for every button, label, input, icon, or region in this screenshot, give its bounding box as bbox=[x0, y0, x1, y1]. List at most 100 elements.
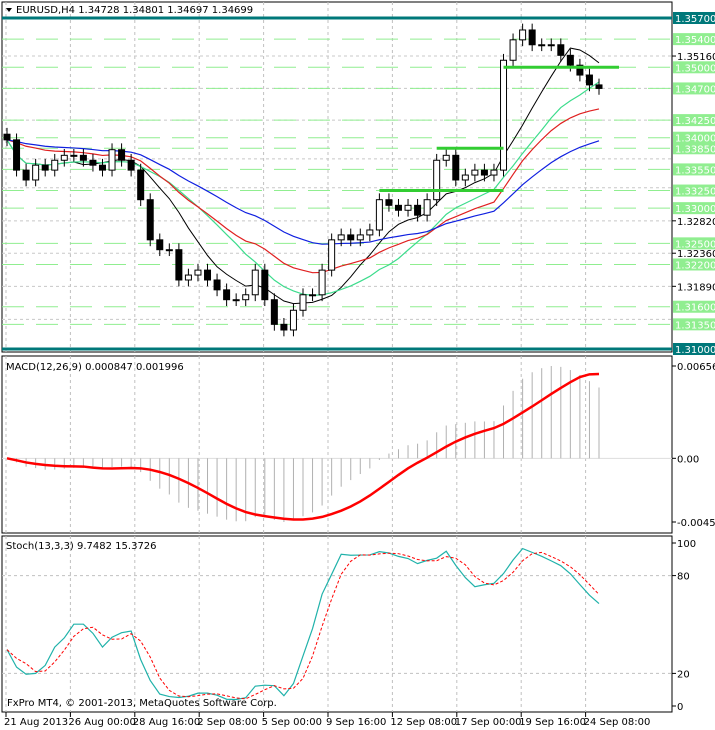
time-label: 2 Sep 08:00 bbox=[197, 717, 257, 728]
price-level-label: 1.34700 bbox=[675, 84, 715, 95]
candle-body bbox=[442, 154, 450, 161]
candle-body bbox=[366, 229, 374, 236]
candle-body bbox=[13, 139, 21, 171]
candle-body bbox=[557, 44, 565, 56]
stoch-axis-label: 20 bbox=[677, 669, 690, 680]
candle-body bbox=[414, 204, 422, 216]
candle-body bbox=[70, 154, 78, 157]
candle-body bbox=[595, 84, 603, 89]
price-level-label: 1.35000 bbox=[675, 63, 715, 74]
candle-body bbox=[3, 133, 11, 141]
candle-body bbox=[232, 299, 240, 302]
candle-body bbox=[433, 159, 441, 201]
candle-body bbox=[318, 269, 326, 296]
candle-body bbox=[261, 269, 269, 301]
candle-body bbox=[566, 54, 574, 66]
candle-body bbox=[404, 204, 412, 211]
chart-header: EURUSD,H4 1.34728 1.34801 1.34697 1.3469… bbox=[16, 5, 253, 16]
candle-body bbox=[213, 279, 221, 291]
price-level-label: 1.33250 bbox=[675, 187, 715, 198]
boundary-label: 1.31000 bbox=[675, 345, 715, 356]
stoch-title: Stoch(13,3,3) 9.7482 15.3726 bbox=[6, 541, 157, 552]
price-level-label: 1.33850 bbox=[675, 144, 715, 155]
candle-body bbox=[490, 169, 498, 176]
mt4-chart-window[interactable]: 21 Aug 2013 26 Aug 00:00 28 Aug 16:00 2 Sep… bbox=[0, 0, 715, 730]
time-label: 9 Sep 16:00 bbox=[326, 717, 386, 728]
candle-body bbox=[137, 169, 145, 201]
price-level-label: 1.34250 bbox=[675, 116, 715, 127]
candle-body bbox=[242, 294, 250, 301]
candle-body bbox=[538, 44, 546, 47]
candle-body bbox=[146, 199, 154, 241]
candle-body bbox=[519, 29, 527, 41]
time-label: 26 Aug 00:00 bbox=[68, 717, 135, 728]
candle-body bbox=[280, 323, 288, 331]
candle-body bbox=[194, 269, 202, 276]
price-level-label: 1.31600 bbox=[675, 303, 715, 314]
candle-body bbox=[165, 249, 173, 252]
candle-body bbox=[375, 199, 383, 231]
candle-body bbox=[204, 269, 212, 281]
candle-body bbox=[299, 294, 307, 311]
price-label: 1.31890 bbox=[677, 282, 715, 293]
candle-body bbox=[60, 154, 68, 161]
copyright-text: FxPro MT4, © 2001-2013, MetaQuotes Softw… bbox=[7, 698, 277, 709]
candle-body bbox=[547, 44, 555, 47]
time-label: 28 Aug 16:00 bbox=[133, 717, 200, 728]
candle-body bbox=[289, 309, 297, 331]
macd-axis-label: -0.00453 bbox=[677, 518, 715, 529]
candle-body bbox=[51, 159, 59, 171]
candle-body bbox=[270, 299, 278, 325]
candle-body bbox=[127, 159, 135, 171]
candle-body bbox=[585, 74, 593, 86]
candle-body bbox=[347, 234, 355, 241]
macd-title: MACD(12,26,9) 0.000847 0.001996 bbox=[6, 362, 184, 373]
candle-body bbox=[528, 29, 536, 46]
time-label: 12 Sep 08:00 bbox=[390, 717, 457, 728]
candle-body bbox=[98, 164, 106, 171]
price-level-label: 1.33000 bbox=[675, 204, 715, 215]
stoch-axis-label: 80 bbox=[677, 572, 690, 583]
price-label: 1.32360 bbox=[677, 249, 715, 260]
candle-body bbox=[184, 274, 192, 281]
candle-body bbox=[356, 234, 364, 241]
macd-axis-label: 0.00 bbox=[677, 454, 699, 465]
price-panel bbox=[1, 1, 673, 353]
candle-body bbox=[461, 174, 469, 181]
candle-body bbox=[309, 294, 317, 297]
candle-body bbox=[118, 149, 126, 161]
time-label: 17 Sep 00:00 bbox=[455, 717, 522, 728]
stoch-axis-label: 0 bbox=[677, 702, 683, 713]
candle-body bbox=[452, 154, 460, 181]
price-level-label: 1.32200 bbox=[675, 260, 715, 271]
time-label: 19 Sep 16:00 bbox=[519, 717, 586, 728]
candle-body bbox=[79, 154, 87, 161]
candle-body bbox=[41, 164, 49, 171]
candle-body bbox=[22, 169, 30, 181]
price-level-label: 1.35400 bbox=[675, 35, 715, 46]
candle-body bbox=[89, 159, 97, 166]
stoch-axis-label: 100 bbox=[677, 539, 696, 550]
candle-body bbox=[480, 169, 488, 176]
candle-body bbox=[394, 204, 402, 211]
chart-canvas[interactable]: 21 Aug 2013 26 Aug 00:0028 Aug 16:002 Sep… bbox=[0, 0, 715, 730]
candle-body bbox=[385, 199, 393, 206]
macd-axis-label: 0.006567 bbox=[677, 362, 715, 373]
price-label: 1.35160 bbox=[677, 52, 715, 63]
candle-body bbox=[337, 234, 345, 241]
candle-body bbox=[500, 59, 508, 171]
time-label: 24 Sep 08:00 bbox=[584, 717, 651, 728]
candle-body bbox=[509, 39, 517, 61]
candle-body bbox=[32, 164, 40, 181]
price-level-label: 1.33550 bbox=[675, 165, 715, 176]
time-label: 5 Sep 00:00 bbox=[262, 717, 322, 728]
candle-body bbox=[423, 199, 431, 216]
time-label: 21 Aug 2013 bbox=[4, 717, 68, 728]
boundary-label: 1.35700 bbox=[675, 14, 715, 25]
price-level-label: 1.31350 bbox=[675, 320, 715, 331]
candle-body bbox=[328, 239, 336, 271]
candle-body bbox=[175, 249, 183, 281]
candle-body bbox=[108, 149, 116, 171]
price-label: 1.32820 bbox=[677, 217, 715, 228]
candle-body bbox=[251, 269, 259, 296]
